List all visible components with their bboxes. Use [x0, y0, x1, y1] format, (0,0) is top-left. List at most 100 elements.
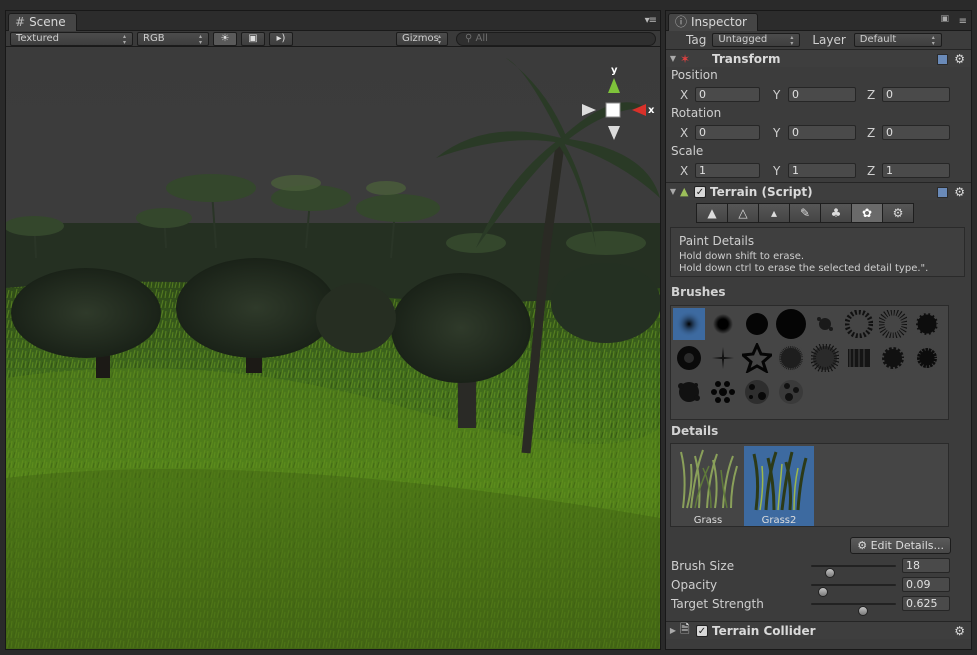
render-mode-dropdown[interactable]: RGB	[137, 31, 209, 46]
position-x-field[interactable]: 0	[695, 87, 760, 102]
panel-menu-icon[interactable]: ≡	[959, 16, 967, 27]
transform-header[interactable]: ▼ ✶ Transform ⚙	[666, 49, 971, 67]
brushes-label: Brushes	[671, 285, 726, 299]
brush-star[interactable]	[741, 342, 773, 374]
brush-sparkle[interactable]	[707, 342, 739, 374]
place-trees-tool[interactable]: ♣	[820, 203, 852, 223]
scale-z-field[interactable]: 1	[882, 163, 950, 178]
scene-lighting-toggle[interactable]: ☀	[213, 31, 237, 46]
terrain-settings-tool[interactable]: ⚙	[882, 203, 914, 223]
target-strength-field[interactable]: 0.625	[902, 596, 950, 611]
edit-details-button[interactable]: ⚙ Edit Details...	[850, 537, 951, 554]
rotation-row: X 0 Y 0 Z 0	[666, 125, 971, 141]
brush-noise-4[interactable]	[877, 342, 909, 374]
brush-noise-1[interactable]	[775, 342, 807, 374]
gizmos-dropdown[interactable]: Gizmos	[396, 32, 448, 46]
lock-icon[interactable]: ▣	[940, 14, 949, 24]
transform-title: Transform	[712, 51, 781, 66]
gizmo-x-label: x	[648, 105, 655, 116]
gear-icon: ⚙	[857, 539, 868, 552]
image-icon: ▣	[248, 32, 258, 44]
brush-round-large[interactable]	[775, 308, 807, 340]
info-icon: ⓘ	[675, 15, 688, 29]
details-label: Details	[671, 424, 719, 438]
smooth-height-icon: ▴	[770, 206, 778, 220]
panel-menu-icon[interactable]: ▾≡	[645, 15, 657, 26]
terrain-enabled-checkbox[interactable]: ✓	[694, 185, 706, 198]
scene-panel: # Scene ▾≡ Textured RGB ☀ ▣ ▸) Gizmos ⚲ …	[5, 10, 661, 650]
brush-splatter-1[interactable]	[809, 308, 841, 340]
gear-icon[interactable]: ⚙	[954, 185, 965, 199]
brush-round-medium[interactable]	[741, 308, 773, 340]
rotation-x-field[interactable]: 0	[695, 125, 760, 140]
brush-speckle-2[interactable]	[775, 376, 807, 408]
foldout-open-icon[interactable]: ▼	[666, 187, 680, 196]
axis-y-label: Y	[773, 126, 781, 140]
help-book-icon[interactable]	[937, 186, 949, 198]
terrain-script-header[interactable]: ▼ ▲ ✓ Terrain (Script) ⚙	[666, 182, 971, 200]
scale-row: X 1 Y 1 Z 1	[666, 163, 971, 179]
brush-noise-2[interactable]	[809, 342, 841, 374]
brush-size-slider-track[interactable]	[811, 565, 896, 578]
position-z-field[interactable]: 0	[882, 87, 950, 102]
paint-height-tool[interactable]: △	[727, 203, 759, 223]
foldout-open-icon[interactable]: ▼	[666, 54, 680, 63]
brush-splatter-4[interactable]	[911, 308, 943, 340]
layer-dropdown[interactable]: Default	[853, 32, 942, 47]
terrain-collider-header[interactable]: ▶ 🗎 ✓ Terrain Collider ⚙	[666, 621, 971, 639]
axis-x-label: X	[680, 126, 689, 140]
raise-lower-tool[interactable]: ▲	[696, 203, 728, 223]
sun-icon: ☀	[220, 32, 230, 44]
gizmo-y-label: y	[611, 65, 618, 76]
settings-icon: ⚙	[892, 206, 904, 220]
smooth-height-tool[interactable]: ▴	[758, 203, 790, 223]
paint-details-tool[interactable]: ✿	[851, 203, 883, 223]
position-row: X 0 Y 0 Z 0	[666, 87, 971, 103]
target-strength-slider-track[interactable]	[811, 603, 896, 616]
brush-grid	[670, 305, 949, 420]
brush-splatter-3[interactable]	[877, 308, 909, 340]
brush-soft-round-selected[interactable]	[673, 308, 705, 340]
scene-fx-toggle[interactable]: ▣	[241, 31, 265, 46]
layer-value: Default	[859, 33, 897, 45]
brush-blot[interactable]	[673, 376, 705, 408]
opacity-slider-track[interactable]	[811, 584, 896, 597]
tag-dropdown[interactable]: Untagged	[712, 32, 801, 47]
foldout-closed-icon[interactable]: ▶	[666, 626, 680, 635]
position-y-field[interactable]: 0	[788, 87, 856, 102]
paint-details-hint-1: Hold down shift to erase.	[679, 251, 805, 262]
scene-viewport[interactable]: y x	[6, 48, 660, 649]
paint-texture-tool[interactable]: ✎	[789, 203, 821, 223]
brush-dots[interactable]	[707, 376, 739, 408]
opacity-row: Opacity 0.09	[666, 577, 971, 597]
draw-mode-dropdown[interactable]: Textured	[10, 31, 133, 46]
detail-item-grass2-selected[interactable]: Grass2	[744, 446, 814, 526]
scene-search-input[interactable]: ⚲ All	[456, 32, 656, 46]
search-icon: ⚲	[465, 33, 473, 44]
brush-noise-3[interactable]	[843, 342, 875, 374]
target-strength-label: Target Strength	[671, 597, 764, 611]
brush-splatter-2[interactable]	[843, 308, 875, 340]
brush-round-small[interactable]	[707, 308, 739, 340]
scale-y-field[interactable]: 1	[788, 163, 856, 178]
axis-z-label: Z	[867, 126, 876, 140]
detail-item-grass[interactable]: Grass	[673, 446, 743, 526]
inspector-tab[interactable]: ⓘ Inspector	[668, 13, 758, 31]
brush-speckle-1[interactable]	[741, 376, 773, 408]
brush-flower[interactable]	[673, 342, 705, 374]
collider-enabled-checkbox[interactable]: ✓	[696, 624, 708, 637]
target-strength-slider-thumb[interactable]	[858, 606, 868, 616]
rotation-z-field[interactable]: 0	[882, 125, 950, 140]
help-book-icon[interactable]	[937, 53, 949, 65]
brush-noise-5[interactable]	[911, 342, 943, 374]
gear-icon[interactable]: ⚙	[954, 624, 965, 638]
scene-audio-toggle[interactable]: ▸)	[269, 31, 293, 46]
opacity-field[interactable]: 0.09	[902, 577, 950, 592]
axis-z-label: Z	[867, 164, 876, 178]
gear-icon[interactable]: ⚙	[954, 52, 965, 66]
target-strength-row: Target Strength 0.625	[666, 596, 971, 616]
brush-size-field[interactable]: 18	[902, 558, 950, 573]
scene-tab[interactable]: # Scene	[8, 13, 77, 31]
scale-x-field[interactable]: 1	[695, 163, 760, 178]
rotation-y-field[interactable]: 0	[788, 125, 856, 140]
